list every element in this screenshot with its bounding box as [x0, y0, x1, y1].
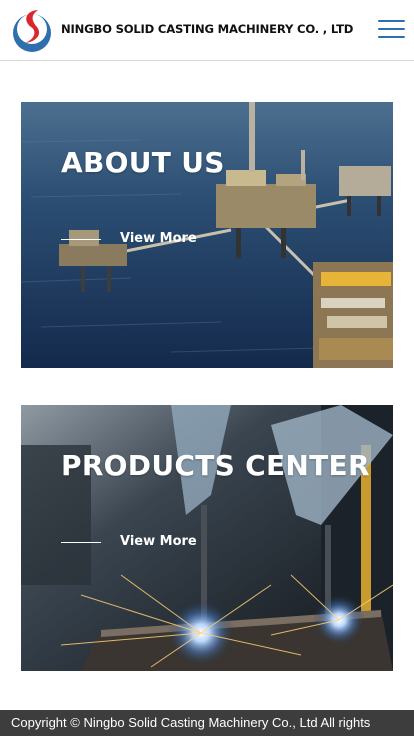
about-us-card[interactable]: ABOUT US View More	[21, 102, 393, 368]
site-header: NINGBO SOLID CASTING MACHINERY CO. , LTD	[0, 0, 414, 61]
hamburger-menu-icon[interactable]	[378, 18, 407, 40]
welding-image	[21, 405, 393, 671]
offshore-platform-image	[21, 102, 393, 368]
view-more-line	[61, 542, 101, 543]
company-logo-icon[interactable]	[11, 7, 53, 53]
products-center-title: PRODUCTS CENTER	[61, 449, 370, 482]
view-more-label[interactable]: View More	[120, 534, 197, 549]
view-more-label[interactable]: View More	[120, 231, 197, 246]
site-footer: Copyright © Ningbo Solid Casting Machine…	[0, 710, 414, 736]
about-us-title: ABOUT US	[61, 146, 225, 179]
view-more-line	[61, 239, 101, 240]
products-center-card[interactable]: PRODUCTS CENTER View More	[21, 405, 393, 671]
company-name[interactable]: NINGBO SOLID CASTING MACHINERY CO. , LTD	[61, 22, 353, 36]
copyright-text: Copyright © Ningbo Solid Casting Machine…	[11, 715, 371, 730]
